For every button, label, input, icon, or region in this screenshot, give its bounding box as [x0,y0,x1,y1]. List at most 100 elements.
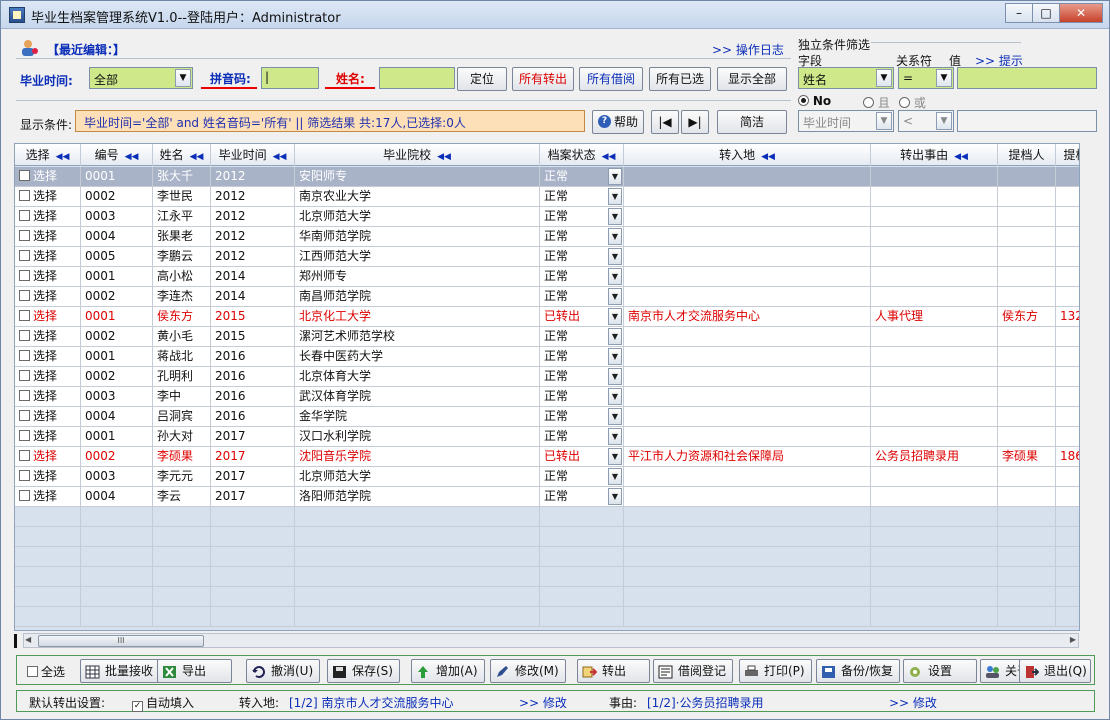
cell-person[interactable] [998,207,1056,227]
cell-id[interactable]: 0002 [81,447,153,467]
table-row[interactable]: 选择 0003 江永平 2012 北京师范大学 正常 ▼ [15,207,1079,227]
table-row[interactable]: 选择 0001 蒋战北 2016 长春中医药大学 正常 ▼ [15,347,1079,367]
cell-name[interactable]: 李元元 [153,467,211,487]
chevron-down-icon[interactable]: ▼ [608,228,622,245]
header-school[interactable]: 毕业院校 ◀◀ [295,144,540,166]
cell-status[interactable]: 正常 ▼ [540,467,624,487]
cell-year[interactable]: 2017 [211,427,295,447]
cell-id[interactable]: 0001 [81,347,153,367]
cell-status[interactable]: 正常 ▼ [540,227,624,247]
simple-view-button[interactable]: 简洁 [717,110,787,134]
checkbox-icon[interactable] [19,410,30,421]
scroll-left-icon[interactable]: ◀ [25,635,31,644]
all-out-button[interactable]: 所有转出 [512,67,574,91]
settings-button[interactable]: 设置 [903,659,977,683]
cell-school[interactable]: 郑州师专 [295,267,540,287]
close-button[interactable]: ✕ [1059,3,1103,23]
chevron-down-icon[interactable]: ▼ [608,188,622,205]
cell-school[interactable]: 汉口水利学院 [295,427,540,447]
table-row[interactable]: 选择 0002 黄小毛 2015 漯河艺术师范学校 正常 ▼ [15,327,1079,347]
cell-to[interactable]: 平江市人力资源和社会保障局 [624,447,871,467]
checkbox-icon[interactable] [19,470,30,481]
cell-to[interactable] [624,167,871,187]
auto-fill-checkbox[interactable]: ✓ 自动填入 [132,694,194,712]
row-select-cell[interactable]: 选择 [15,367,81,387]
cell-id[interactable]: 0001 [81,167,153,187]
add-button[interactable]: 增加(A) [411,659,485,683]
cell-reason[interactable] [871,207,998,227]
cell-to[interactable] [624,347,871,367]
horizontal-scrollbar[interactable]: ◀ III ▶ [23,633,1079,648]
header-extra[interactable]: 提档 [1056,144,1079,166]
table-row[interactable]: 选择 0005 李鹏云 2012 江西师范大学 正常 ▼ [15,247,1079,267]
cell-to[interactable] [624,247,871,267]
cell-school[interactable]: 北京体育大学 [295,367,540,387]
cell-name[interactable]: 李硕果 [153,447,211,467]
cell-year[interactable]: 2016 [211,367,295,387]
cell-to[interactable] [624,207,871,227]
cell-id[interactable]: 0001 [81,427,153,447]
filter-op2-select[interactable]: < ▼ [898,110,954,132]
row-select-cell[interactable]: 选择 [15,487,81,507]
help-button[interactable]: ? 帮助 [592,110,644,134]
cell-name[interactable]: 李连杰 [153,287,211,307]
undo-button[interactable]: 撤消(U) [246,659,321,683]
cell-reason[interactable] [871,427,998,447]
row-select-cell[interactable]: 选择 [15,347,81,367]
grad-time-select[interactable]: 全部 ▼ [89,67,193,89]
cell-extra[interactable] [1056,247,1079,267]
cell-reason[interactable]: 公务员招聘录用 [871,447,998,467]
chevron-down-icon[interactable]: ▼ [608,348,622,365]
table-row[interactable]: 选择 0001 孙大对 2017 汉口水利学院 正常 ▼ [15,427,1079,447]
cell-extra[interactable] [1056,467,1079,487]
table-row[interactable]: 选择 0004 吕洞宾 2016 金华学院 正常 ▼ [15,407,1079,427]
chevron-down-icon[interactable]: ▼ [608,408,622,425]
cell-name[interactable]: 吕洞宾 [153,407,211,427]
row-select-cell[interactable]: 选择 [15,267,81,287]
cell-reason[interactable] [871,467,998,487]
chevron-down-icon[interactable]: ▼ [608,448,622,465]
cell-person[interactable] [998,247,1056,267]
cell-to[interactable] [624,267,871,287]
row-select-cell[interactable]: 选择 [15,387,81,407]
radio-or[interactable]: 或 [899,94,926,111]
cell-person[interactable] [998,487,1056,507]
cell-status[interactable]: 正常 ▼ [540,267,624,287]
all-borrow-button[interactable]: 所有借阅 [579,67,643,91]
cell-id[interactable]: 0003 [81,207,153,227]
cell-id[interactable]: 0002 [81,327,153,347]
cell-extra[interactable] [1056,407,1079,427]
chevron-down-icon[interactable]: ▼ [608,368,622,385]
cell-school[interactable]: 北京师范大学 [295,467,540,487]
scroll-thumb[interactable]: III [38,635,204,647]
checkbox-icon[interactable] [19,450,30,461]
chevron-down-icon[interactable]: ▼ [175,69,191,87]
cell-school[interactable]: 北京化工大学 [295,307,540,327]
row-select-cell[interactable]: 选择 [15,247,81,267]
chevron-down-icon[interactable]: ▼ [936,112,952,130]
first-record-button[interactable]: |◀ [651,110,679,134]
cell-id[interactable]: 0001 [81,307,153,327]
cell-to[interactable] [624,467,871,487]
cell-name[interactable]: 江永平 [153,207,211,227]
cell-person[interactable] [998,467,1056,487]
cell-id[interactable]: 0004 [81,227,153,247]
radio-and[interactable]: 且 [863,94,890,111]
chevron-down-icon[interactable]: ▼ [936,69,952,87]
cell-person[interactable]: 李硕果 [998,447,1056,467]
cell-extra[interactable] [1056,347,1079,367]
cell-reason[interactable] [871,487,998,507]
cell-to[interactable] [624,187,871,207]
chevron-down-icon[interactable]: ▼ [608,248,622,265]
print-button[interactable]: 打印(P) [739,659,812,683]
cell-year[interactable]: 2014 [211,287,295,307]
checkbox-icon[interactable] [19,250,30,261]
cell-to[interactable] [624,387,871,407]
cell-school[interactable]: 沈阳音乐学院 [295,447,540,467]
cell-school[interactable]: 南昌师范学院 [295,287,540,307]
checkbox-icon[interactable] [19,170,30,181]
save-button[interactable]: 保存(S) [327,659,400,683]
cell-year[interactable]: 2017 [211,467,295,487]
table-row[interactable]: 选择 0003 李中 2016 武汉体育学院 正常 ▼ [15,387,1079,407]
cell-extra[interactable] [1056,267,1079,287]
